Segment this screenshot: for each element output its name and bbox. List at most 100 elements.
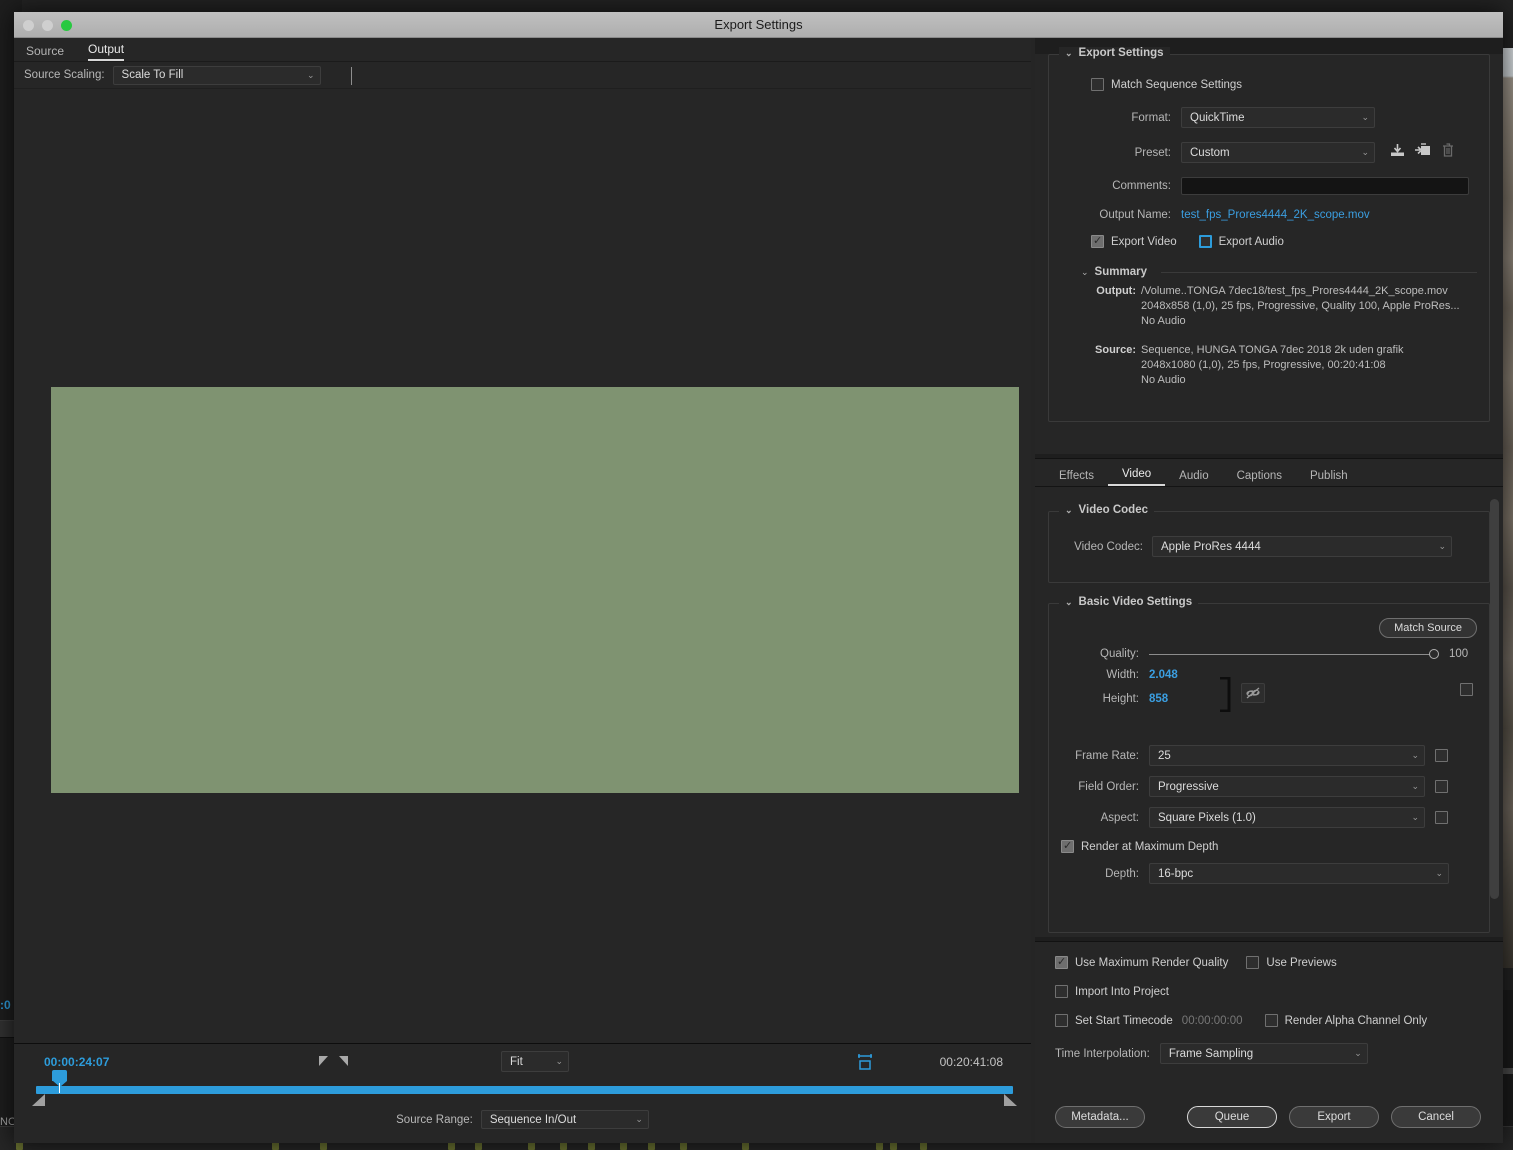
comments-input[interactable] xyxy=(1181,177,1469,195)
frame-rate-value: 25 xyxy=(1158,749,1171,762)
export-audio-checkbox[interactable] xyxy=(1198,235,1212,248)
render-alpha-only-label: Render Alpha Channel Only xyxy=(1284,1014,1428,1027)
video-codec-select[interactable]: Apple ProRes 4444 ⌄ xyxy=(1152,536,1452,557)
summary-source-line-1: Sequence, HUNGA TONGA 7dec 2018 2k uden … xyxy=(1141,344,1404,356)
tab-effects[interactable]: Effects xyxy=(1045,470,1108,486)
chevron-down-icon: ⌄ xyxy=(307,69,315,80)
chevron-down-icon[interactable]: ⌄ xyxy=(1065,48,1073,59)
time-interpolation-label: Time Interpolation: xyxy=(1055,1047,1150,1060)
export-audio-label: Export Audio xyxy=(1218,235,1284,248)
frame-rate-override-checkbox[interactable] xyxy=(1435,749,1448,762)
chevron-down-icon[interactable]: ⌄ xyxy=(1065,597,1073,608)
summary-source-key: Source: xyxy=(1095,344,1136,356)
set-start-timecode-value[interactable]: 00:00:00:00 xyxy=(1182,1015,1243,1027)
save-preset-icon[interactable] xyxy=(1389,142,1406,163)
video-codec-value: Apple ProRes 4444 xyxy=(1161,540,1261,553)
range-handle-right[interactable] xyxy=(1004,1094,1017,1106)
tab-output[interactable]: Output xyxy=(88,42,125,61)
render-max-depth-row[interactable]: Render at Maximum Depth xyxy=(1061,839,1477,853)
import-into-project-label: Import Into Project xyxy=(1075,985,1169,998)
chevron-down-icon[interactable]: ⌄ xyxy=(1065,505,1073,516)
depth-row: Depth: 16-bpc ⌄ xyxy=(1061,863,1477,884)
aspect-label: Aspect: xyxy=(1100,811,1139,824)
source-range-value: Sequence In/Out xyxy=(489,1113,577,1126)
settings-scrollbar-thumb[interactable] xyxy=(1490,499,1499,899)
tab-publish[interactable]: Publish xyxy=(1296,470,1362,486)
width-height-override-checkbox[interactable] xyxy=(1460,683,1473,696)
source-range-select[interactable]: Sequence In/Out ⌄ xyxy=(480,1110,649,1129)
zoom-level-select[interactable]: Fit ⌄ xyxy=(501,1051,569,1072)
summary-source-block: Source: Sequence, HUNGA TONGA 7dec 2018 … xyxy=(1081,343,1477,388)
frame-rate-select[interactable]: 25 ⌄ xyxy=(1149,745,1425,766)
field-order-override-checkbox[interactable] xyxy=(1435,780,1448,793)
basic-video-settings-group-title[interactable]: ⌄ Basic Video Settings xyxy=(1059,596,1199,608)
crop-settings-icon[interactable] xyxy=(855,1053,875,1071)
quality-slider-knob[interactable] xyxy=(1429,649,1439,659)
current-timecode[interactable]: 00:00:24:07 xyxy=(44,1055,109,1069)
queue-button[interactable]: Queue xyxy=(1187,1106,1277,1128)
time-interpolation-select[interactable]: Frame Sampling ⌄ xyxy=(1159,1043,1368,1064)
source-scaling-value: Scale To Fill xyxy=(121,69,184,81)
summary-output-block: Output: /Volume..TONGA 7dec18/test_fps_P… xyxy=(1081,284,1477,329)
playback-scrubber-track[interactable] xyxy=(36,1086,1013,1094)
settings-scrollbar[interactable] xyxy=(1490,499,1499,929)
set-start-timecode-checkbox[interactable] xyxy=(1055,1014,1068,1027)
export-button[interactable]: Export xyxy=(1289,1106,1379,1128)
source-range-row: Source Range: Sequence In/Out ⌄ xyxy=(14,1110,1031,1129)
video-preview-area[interactable] xyxy=(14,89,1031,1067)
delete-preset-icon[interactable] xyxy=(1441,142,1455,163)
preview-panel: Source Output Source Scaling: Scale To F… xyxy=(14,38,1031,1143)
broken-chain-icon xyxy=(1246,687,1260,699)
match-sequence-settings-checkbox[interactable] xyxy=(1091,78,1104,91)
source-range-label: Source Range: xyxy=(396,1113,473,1126)
render-max-depth-label: Render at Maximum Depth xyxy=(1081,840,1219,853)
settings-tabs: Effects Video Audio Captions Publish xyxy=(1035,459,1503,487)
field-order-value: Progressive xyxy=(1158,780,1219,793)
import-into-project-row: Import Into Project xyxy=(1055,985,1503,998)
summary-output-line-1: /Volume..TONGA 7dec18/test_fps_Prores444… xyxy=(1141,285,1448,297)
width-value[interactable]: 2.048 xyxy=(1149,669,1178,681)
range-handle-left[interactable] xyxy=(32,1094,45,1106)
start-timecode-row: Set Start Timecode 00:00:00:00 Render Al… xyxy=(1055,1014,1503,1027)
use-previews-checkbox[interactable] xyxy=(1246,956,1260,969)
format-select[interactable]: QuickTime ⌄ xyxy=(1181,107,1375,128)
aspect-select[interactable]: Square Pixels (1.0) ⌄ xyxy=(1149,807,1425,828)
set-start-timecode-label: Set Start Timecode xyxy=(1075,1014,1173,1027)
match-source-button[interactable]: Match Source xyxy=(1379,618,1477,638)
output-name-link[interactable]: test_fps_Prores4444_2K_scope.mov xyxy=(1181,209,1370,221)
render-alpha-only-checkbox[interactable] xyxy=(1264,1014,1278,1027)
quality-row: Quality: 100 xyxy=(1061,648,1477,660)
import-preset-icon[interactable] xyxy=(1414,142,1431,163)
cancel-button[interactable]: Cancel xyxy=(1391,1106,1481,1128)
tab-captions[interactable]: Captions xyxy=(1223,470,1296,486)
mark-out-icon[interactable] xyxy=(339,1056,348,1066)
tab-source[interactable]: Source xyxy=(26,44,64,61)
settings-panel: ⌄ Export Settings Match Sequence Setting… xyxy=(1035,38,1503,1143)
playhead-handle[interactable] xyxy=(52,1070,67,1093)
render-max-depth-checkbox[interactable] xyxy=(1061,839,1074,853)
source-scaling-select[interactable]: Scale To Fill ⌄ xyxy=(112,65,321,85)
match-sequence-settings-row[interactable]: Match Sequence Settings xyxy=(1091,78,1477,91)
export-settings-group-title[interactable]: ⌄ Export Settings xyxy=(1059,47,1170,59)
chevron-down-icon: ⌄ xyxy=(1361,147,1369,157)
summary-header[interactable]: ⌄ Summary xyxy=(1081,266,1477,278)
metadata-button[interactable]: Metadata... xyxy=(1055,1106,1145,1128)
height-value[interactable]: 858 xyxy=(1149,693,1168,705)
frame-rate-label: Frame Rate: xyxy=(1075,749,1139,762)
link-dimensions-toggle[interactable] xyxy=(1241,683,1265,703)
use-max-render-quality-checkbox[interactable] xyxy=(1055,955,1068,969)
mark-in-icon[interactable] xyxy=(319,1056,328,1066)
tab-video[interactable]: Video xyxy=(1107,468,1166,486)
frame-rate-row: Frame Rate: 25 ⌄ xyxy=(1061,745,1477,766)
quality-slider-track[interactable] xyxy=(1149,653,1431,655)
preset-select[interactable]: Custom ⌄ xyxy=(1181,142,1375,163)
export-video-checkbox[interactable] xyxy=(1091,234,1104,248)
import-into-project-checkbox[interactable] xyxy=(1055,985,1068,998)
field-order-select[interactable]: Progressive ⌄ xyxy=(1149,776,1425,797)
mark-in-out-buttons[interactable] xyxy=(319,1056,348,1066)
aspect-override-checkbox[interactable] xyxy=(1435,811,1448,824)
video-codec-group-title[interactable]: ⌄ Video Codec xyxy=(1059,504,1154,516)
tab-audio[interactable]: Audio xyxy=(1165,470,1222,486)
depth-select[interactable]: 16-bpc ⌄ xyxy=(1149,863,1449,884)
chevron-down-icon[interactable]: ⌄ xyxy=(1081,267,1089,278)
